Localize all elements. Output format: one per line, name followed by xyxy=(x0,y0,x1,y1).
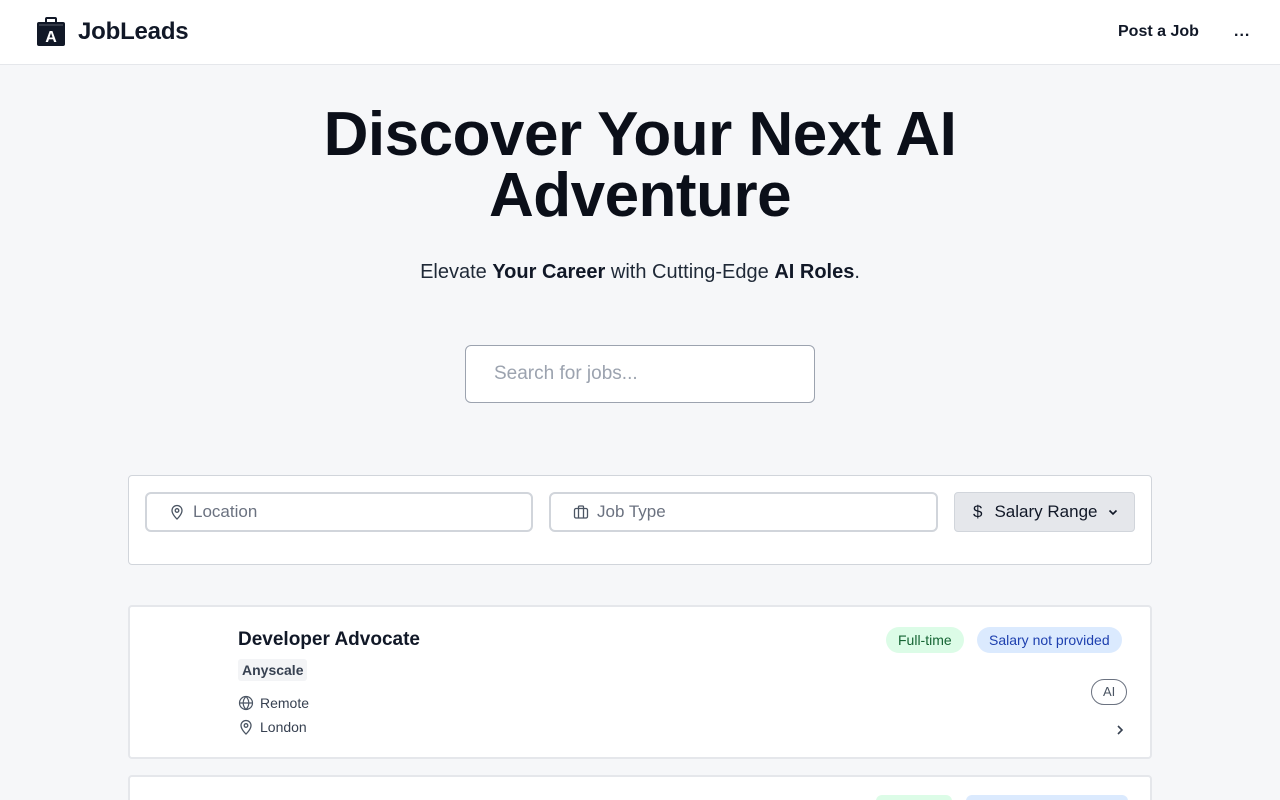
brand-name: JobLeads xyxy=(78,18,189,45)
logo-letter: A xyxy=(45,29,57,46)
company-tag: Anyscale xyxy=(238,659,308,681)
salary-badge: Salary not provided xyxy=(977,627,1122,653)
top-navbar: A JobLeads Post a Job ... xyxy=(0,0,1280,65)
chevron-down-icon xyxy=(1109,509,1118,516)
category-badge: AI xyxy=(1091,679,1128,705)
chevron-right-icon[interactable] xyxy=(1114,723,1126,737)
filters-panel: $ Salary Range xyxy=(128,475,1152,565)
map-pin-icon xyxy=(240,719,252,735)
hero-title-line-1: Discover Your Next AI xyxy=(323,100,957,169)
job-title[interactable]: Developer Advocate xyxy=(238,629,420,651)
salary-range-label: Salary Range xyxy=(994,502,1098,521)
hero-subtitle-emphasis: Your Career xyxy=(492,261,606,283)
job-type-filter[interactable] xyxy=(549,492,938,532)
employment-type-badge: Full-time xyxy=(886,627,964,653)
job-card[interactable]: Developer Advocate Anyscale Remote Londo… xyxy=(128,605,1152,759)
job-location: London xyxy=(238,719,307,735)
salary-range-dropdown[interactable]: $ Salary Range xyxy=(954,492,1135,532)
map-pin-icon xyxy=(171,504,183,520)
hero-subtitle-emphasis: AI Roles xyxy=(774,261,855,283)
hero-subtitle-part: with Cutting-Edge xyxy=(605,261,775,283)
work-mode-label: Remote xyxy=(260,695,310,711)
location-input[interactable] xyxy=(193,494,521,530)
globe-icon xyxy=(238,695,254,711)
post-a-job-link[interactable]: Post a Job xyxy=(1118,20,1199,44)
briefcase-icon xyxy=(573,505,589,519)
salary-badge xyxy=(966,795,1128,800)
more-menu-button[interactable]: ... xyxy=(1234,20,1250,44)
hero-subtitle-part: Elevate xyxy=(420,261,493,283)
hero-title-line-2: Adventure xyxy=(488,161,792,230)
hero-subtitle: Elevate Your Career with Cutting-Edge AI… xyxy=(0,260,1280,284)
briefcase-logo-icon: A xyxy=(37,17,65,46)
location-filter[interactable] xyxy=(145,492,533,532)
brand-home-link[interactable]: A JobLeads xyxy=(36,16,189,48)
job-search-input[interactable] xyxy=(465,345,815,403)
employment-type-badge xyxy=(876,795,952,800)
hero-subtitle-part: . xyxy=(854,261,860,283)
dollar-icon: $ xyxy=(973,502,983,521)
job-location-label: London xyxy=(260,719,307,735)
hero-title: Discover Your Next AI Adventure xyxy=(0,100,1280,230)
job-type-input[interactable] xyxy=(597,494,926,530)
work-mode: Remote xyxy=(238,695,309,711)
job-card[interactable] xyxy=(128,775,1152,800)
